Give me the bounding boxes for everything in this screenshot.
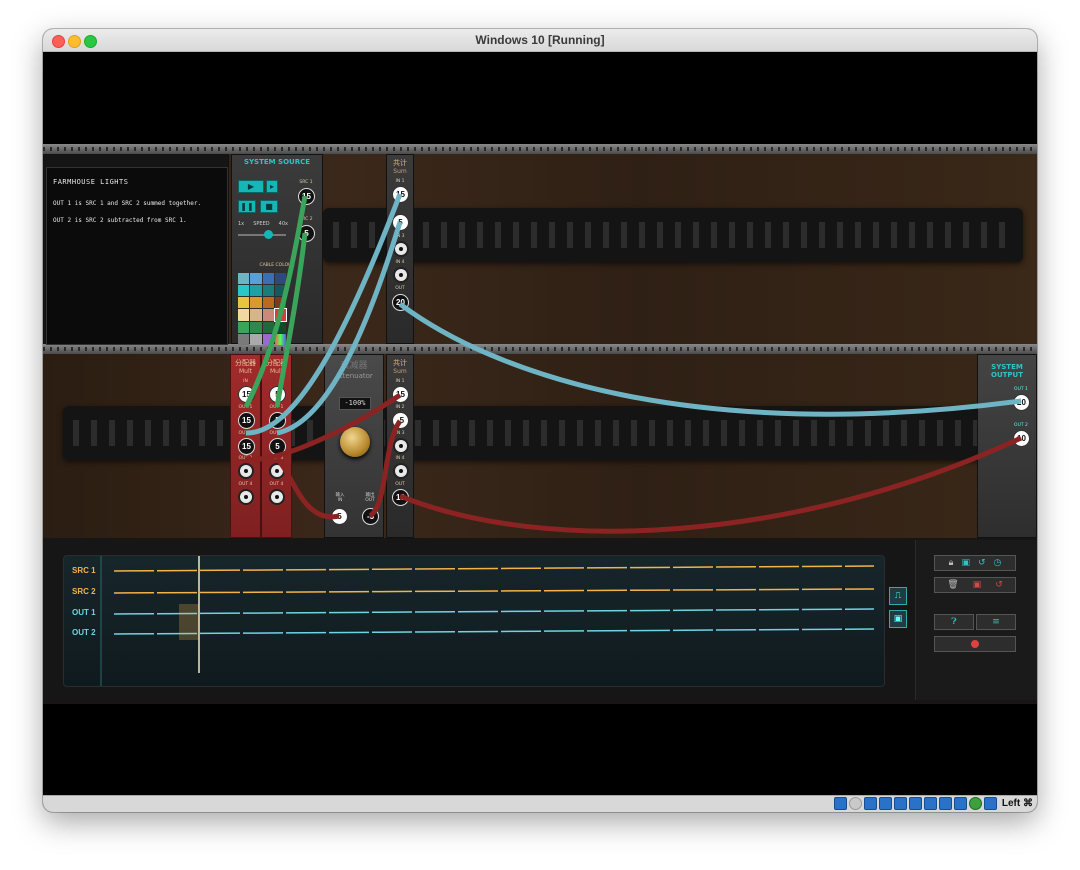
delete-module-icon[interactable]: ▣ [973, 580, 982, 590]
timeline-graph: SRC 1 SRC 2 OUT 1 OUT 2 [63, 555, 885, 687]
vm-status-bar: Left ⌘ [43, 795, 1037, 812]
timeline-panel: SRC 1 SRC 2 OUT 1 OUT 2 ⎍ ▣ [43, 538, 1037, 703]
timeline-traces [100, 556, 875, 686]
cable-sum-top-to-out1[interactable] [398, 302, 1022, 417]
menu-button[interactable]: ≡ [976, 614, 1016, 630]
lock-toolbar: 🔒︎ ▣ ↺ ◷ [934, 555, 1016, 571]
host-key-label: Left ⌘ [1001, 798, 1033, 809]
usb-icon[interactable] [893, 797, 907, 810]
cpu-icon[interactable] [953, 797, 967, 810]
module-icon: ▣ [893, 614, 903, 624]
cable-icon[interactable]: ↺ [978, 558, 986, 568]
menu-icon: ≡ [992, 617, 1000, 627]
lock-icon[interactable]: 🔒︎ [949, 558, 954, 568]
record-button[interactable] [934, 636, 1016, 652]
timeline-trace-out1 [113, 608, 875, 615]
status-icons: Left ⌘ [833, 797, 1033, 810]
record-icon [971, 640, 979, 648]
optical-drive-icon[interactable] [848, 797, 862, 810]
shared-folders-icon[interactable] [908, 797, 922, 810]
timeline-trace-src1 [113, 565, 875, 572]
delete-cable-icon[interactable]: ↺ [995, 580, 1003, 590]
recording-icon[interactable] [938, 797, 952, 810]
timeline-waveform-button[interactable]: ⎍ [889, 587, 907, 605]
cable-sum-bottom-to-out2[interactable] [399, 435, 1023, 534]
trash-icon[interactable]: 🗑︎ [947, 580, 958, 590]
title-bar: Windows 10 [Running] [43, 29, 1037, 52]
vm-window: Windows 10 [Running] FARMHOUSE LIGHTS OU… [43, 29, 1037, 812]
display-icon[interactable] [923, 797, 937, 810]
cable-attenuator-to-sum-bottom[interactable] [368, 419, 403, 519]
cable-layer [243, 193, 1023, 534]
module-icon[interactable]: ▣ [961, 558, 970, 568]
waveform-icon: ⎍ [894, 591, 902, 601]
hard-disk-icon[interactable] [833, 797, 847, 810]
network-icon[interactable] [878, 797, 892, 810]
delete-toolbar: 🗑︎ ▣ ↺ [934, 577, 1016, 593]
timeline-trace-out2 [113, 628, 875, 635]
cable-mult2-to-attenuator[interactable] [275, 457, 340, 520]
mouse-integration-icon[interactable] [983, 797, 997, 810]
timeline-module-button[interactable]: ▣ [889, 610, 907, 628]
game-area: FARMHOUSE LIGHTS OUT 1 is SRC 1 and SRC … [43, 144, 1037, 704]
guest-additions-icon[interactable] [968, 797, 982, 810]
help-icon: ❓︎ [951, 617, 957, 627]
audio-icon[interactable] [863, 797, 877, 810]
help-button[interactable]: ❓︎ [934, 614, 974, 630]
window-title: Windows 10 [Running] [475, 33, 605, 47]
clock-icon[interactable]: ◷ [994, 558, 1002, 568]
timeline-trace-src2 [113, 588, 875, 594]
control-panel: 🔒︎ ▣ ↺ ◷ 🗑︎ ▣ ↺ ❓︎ ≡ [915, 540, 1037, 700]
